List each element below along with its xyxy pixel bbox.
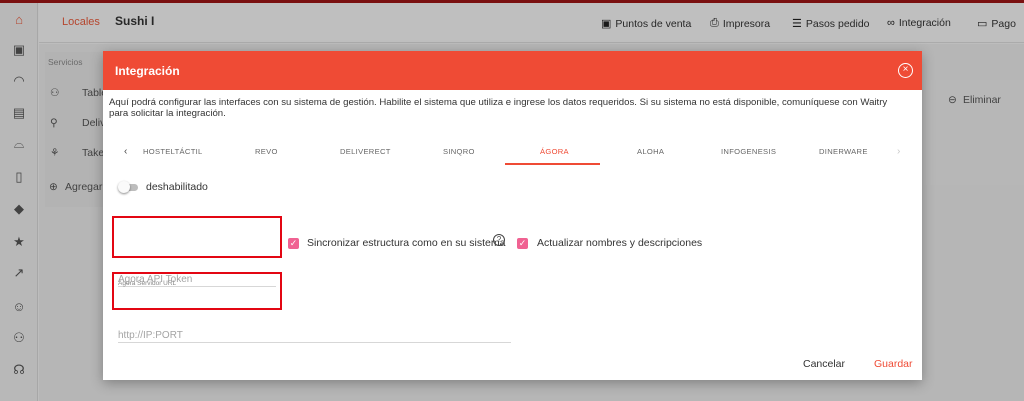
dialog-header: Integración × <box>103 51 922 90</box>
close-icon[interactable]: × <box>898 63 913 78</box>
tab-deliverect[interactable]: DELIVERECT <box>340 147 391 156</box>
server-url-input[interactable] <box>118 328 511 343</box>
tab-agora[interactable]: ÁGORA <box>540 147 569 156</box>
tab-revo[interactable]: REVO <box>255 147 278 156</box>
tab-sinqro[interactable]: SINQRO <box>443 147 475 156</box>
dialog-description: Aquí podrá configurar las interfaces con… <box>109 97 888 119</box>
toggle-label: deshabilitado <box>146 181 208 193</box>
server-url-highlight <box>112 272 282 310</box>
integration-tabs: ‹ HOSTELTÁCTIL REVO DELIVERECT SINQRO ÁG… <box>115 141 915 165</box>
update-names-checkbox[interactable]: ✓ <box>517 238 528 249</box>
tab-dinerware[interactable]: DINERWARE <box>819 147 868 156</box>
tab-infogenesis[interactable]: INFOGENESIS <box>721 147 776 156</box>
tab-hosteltactil[interactable]: HOSTELTÁCTIL <box>143 147 203 156</box>
update-names-label: Actualizar nombres y descripciones <box>537 237 703 249</box>
toggle-knob <box>118 181 130 193</box>
api-token-highlight <box>112 216 282 258</box>
sync-structure-checkbox[interactable]: ✓ <box>288 238 299 249</box>
chevron-right-icon[interactable]: › <box>897 146 901 157</box>
tab-aloha[interactable]: ALOHA <box>637 147 664 156</box>
enable-toggle[interactable] <box>118 181 140 193</box>
server-url-label: Agora Servidor URL <box>118 280 177 287</box>
save-button[interactable]: Guardar <box>874 358 913 370</box>
sync-structure-label: Sincronizar estructura como en su sistem… <box>307 237 506 249</box>
cancel-button[interactable]: Cancelar <box>803 358 845 370</box>
dialog-title: Integración <box>115 64 180 78</box>
chevron-left-icon[interactable]: ‹ <box>124 146 128 157</box>
active-tab-indicator <box>505 163 600 165</box>
help-icon[interactable]: ? <box>493 234 505 246</box>
integration-dialog: Integración × Aquí podrá configurar las … <box>103 51 922 380</box>
